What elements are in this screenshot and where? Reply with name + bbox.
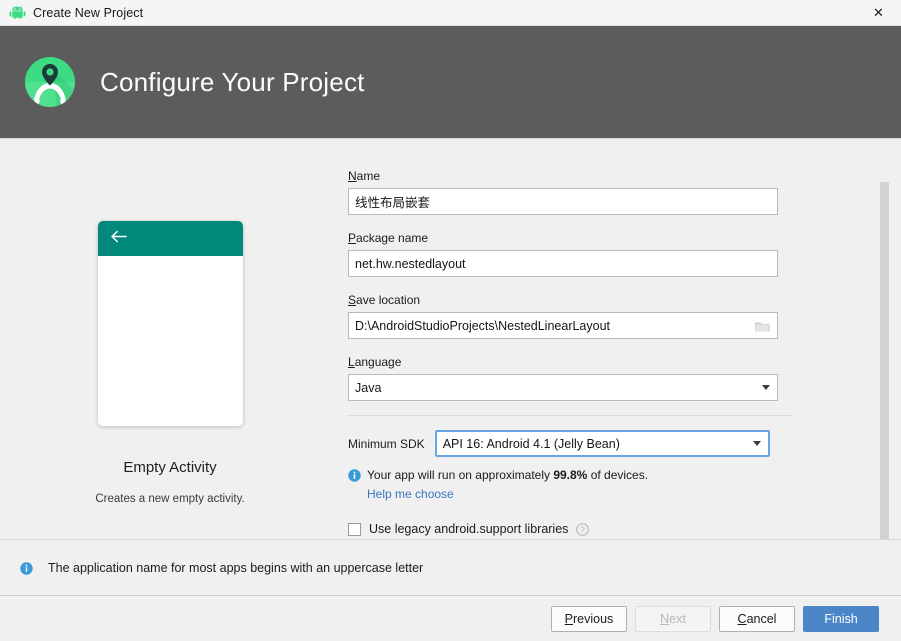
save-location-input-value: D:\AndroidStudioProjects\NestedLinearLay… (355, 318, 611, 333)
sdk-note-prefix: Your app will run on approximately (367, 468, 554, 482)
minimum-sdk-select[interactable]: API 16: Android 4.1 (Jelly Bean) (434, 430, 770, 457)
field-package-name: Package name net.hw.nestedlayout (348, 229, 778, 277)
minimum-sdk-select-value: API 16: Android 4.1 (Jelly Bean) (442, 436, 620, 451)
dialog-button-bar: Previous Next Cancel Finish https: CSDN … (0, 595, 901, 641)
close-icon[interactable]: ✕ (856, 0, 901, 26)
create-new-project-dialog: Create New Project ✕ Configure Your Proj… (0, 0, 901, 641)
previous-button[interactable]: Previous (551, 605, 627, 632)
info-icon (20, 561, 33, 575)
legacy-libraries-checkbox[interactable] (348, 522, 361, 536)
title-bar: Create New Project ✕ (0, 0, 901, 26)
language-select[interactable]: Java (348, 374, 778, 401)
language-select-value: Java (355, 380, 382, 395)
info-icon (348, 469, 361, 482)
finish-button[interactable]: Finish (803, 605, 879, 632)
form-divider (347, 415, 792, 416)
template-preview-panel: Empty Activity Creates a new empty activ… (0, 139, 340, 539)
help-me-choose-link[interactable]: Help me choose (367, 487, 901, 501)
status-bar: The application name for most apps begin… (0, 539, 901, 595)
language-label: Language (348, 355, 402, 369)
arrow-left-icon (110, 230, 127, 248)
sdk-note-percent: 99.8% (553, 468, 588, 482)
field-language: Language Java (348, 353, 778, 401)
next-button: Next (635, 605, 711, 632)
window-title: Create New Project (33, 5, 144, 20)
sdk-note-text: Your app will run on approximately 99.8%… (367, 468, 648, 482)
name-label: Name (348, 169, 381, 183)
android-robot-icon (8, 4, 26, 22)
activity-preview-card (97, 221, 243, 426)
field-name: Name 线性布局嵌套 (348, 167, 778, 215)
package-name-input-value: net.hw.nestedlayout (355, 256, 466, 271)
page-title: Configure Your Project (100, 66, 365, 97)
field-minimum-sdk: Minimum SDK API 16: Android 4.1 (Jelly B… (348, 430, 901, 457)
question-mark-icon[interactable]: ? (576, 522, 590, 536)
project-config-form: Name 线性布局嵌套 Package name net.hw.nestedla… (340, 139, 901, 539)
name-input-value: 线性布局嵌套 (355, 196, 431, 210)
form-scrollbar[interactable] (880, 182, 889, 539)
legacy-libraries-row[interactable]: Use legacy android.support libraries ? (348, 522, 901, 536)
template-name: Empty Activity (123, 459, 217, 476)
sdk-note-suffix: of devices. (587, 468, 649, 482)
save-location-input[interactable]: D:\AndroidStudioProjects\NestedLinearLay… (348, 312, 778, 339)
preview-content-area (97, 256, 243, 426)
sdk-device-coverage-note: Your app will run on approximately 99.8%… (348, 468, 901, 482)
status-message: The application name for most apps begin… (48, 560, 424, 575)
legacy-libraries-label: Use legacy android.support libraries (369, 522, 569, 536)
name-input[interactable]: 线性布局嵌套 (348, 188, 778, 215)
preview-appbar (97, 221, 243, 256)
field-save-location: Save location D:\AndroidStudioProjects\N… (348, 291, 778, 339)
dialog-body: Empty Activity Creates a new empty activ… (0, 138, 901, 539)
chevron-down-icon (752, 441, 761, 446)
chevron-down-icon (762, 385, 770, 390)
package-name-label: Package name (348, 231, 429, 245)
save-location-label: Save location (348, 293, 421, 307)
cancel-button[interactable]: Cancel (719, 605, 795, 632)
minimum-sdk-label: Minimum SDK (348, 436, 425, 451)
folder-icon[interactable] (754, 319, 771, 333)
template-description: Creates a new empty activity. (95, 493, 245, 505)
svg-text:?: ? (581, 524, 586, 534)
header-banner: Configure Your Project (0, 26, 901, 138)
android-studio-logo (22, 54, 78, 110)
package-name-input[interactable]: net.hw.nestedlayout (348, 250, 778, 277)
scrollbar-thumb[interactable] (880, 182, 889, 539)
